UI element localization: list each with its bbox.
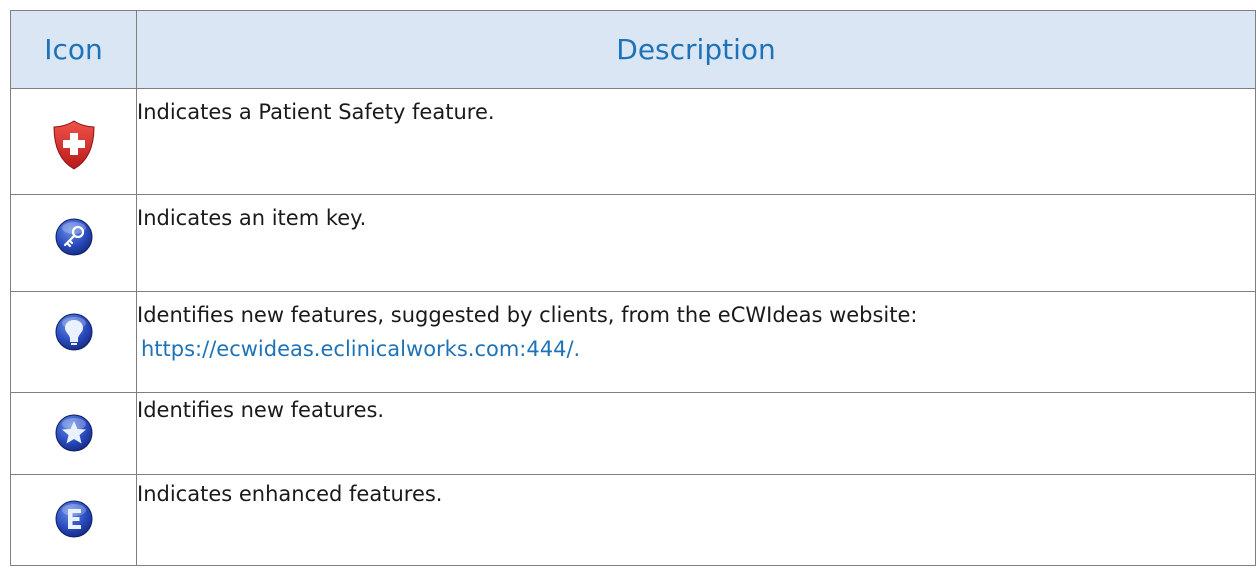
- description-cell: Identifies new features, suggested by cl…: [136, 291, 1256, 393]
- header-row: Icon Description: [10, 10, 1256, 89]
- description-text: Indicates enhanced features.: [137, 482, 443, 506]
- icon-column-header: Icon: [10, 10, 137, 89]
- lightbulb-icon: [55, 313, 92, 351]
- description-text: Indicates a Patient Safety feature.: [137, 100, 495, 124]
- description-cell: Indicates a Patient Safety feature.: [136, 88, 1256, 195]
- description-text: Identifies new features.: [137, 398, 385, 422]
- table-row: Indicates an item key.: [10, 194, 1256, 292]
- icon-cell: [10, 392, 137, 475]
- enhanced-e-icon: [55, 500, 92, 538]
- description-cell: Identifies new features.: [136, 392, 1256, 475]
- icon-cell: [10, 474, 137, 566]
- icon-cell: [10, 88, 137, 195]
- description-cell: Indicates an item key.: [136, 194, 1256, 292]
- description-cell: Indicates enhanced features.: [136, 474, 1256, 566]
- table-row: Identifies new features, suggested by cl…: [10, 291, 1256, 393]
- star-icon: [55, 414, 92, 452]
- icon-legend-table: Icon Description Indicates a Patient Saf…: [10, 10, 1256, 566]
- table-row: Indicates enhanced features.: [10, 474, 1256, 566]
- patient-safety-shield-icon: [52, 120, 95, 170]
- table-row: Identifies new features.: [10, 392, 1256, 475]
- icon-cell: [10, 291, 137, 393]
- description-column-header: Description: [136, 10, 1256, 89]
- description-text: Identifies new features, suggested by cl…: [137, 303, 918, 327]
- table-row: Indicates a Patient Safety feature.: [10, 88, 1256, 195]
- description-text: Indicates an item key.: [137, 206, 367, 230]
- ecwideas-link[interactable]: https://ecwideas.eclinicalworks.com:444/…: [137, 334, 1255, 364]
- item-key-icon: [55, 218, 92, 256]
- icon-cell: [10, 194, 137, 292]
